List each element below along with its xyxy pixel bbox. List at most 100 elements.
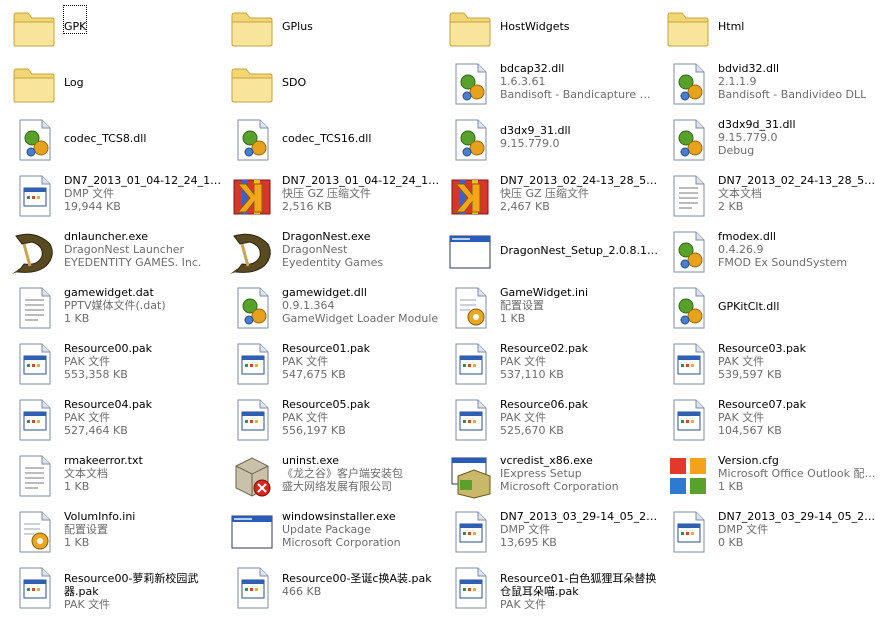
file-item-text: Resource02.pak PAK 文件 537,110 KB bbox=[500, 340, 588, 381]
file-item[interactable]: Resource06.pak PAK 文件 525,670 KB bbox=[446, 396, 658, 448]
file-name[interactable]: GPlus bbox=[282, 6, 313, 33]
file-name[interactable]: SDO bbox=[282, 62, 306, 89]
file-name[interactable]: Html bbox=[718, 6, 744, 33]
file-name[interactable]: Version.cfg bbox=[718, 454, 876, 467]
file-item[interactable]: Resource00-圣诞c换A装.pak 466 KB bbox=[228, 564, 440, 616]
file-item[interactable]: DN7_2013_01_04-12_24_18_... DMP 文件 19,944 … bbox=[10, 172, 222, 224]
file-name[interactable]: GPK bbox=[62, 5, 88, 34]
file-item[interactable]: Version.cfg Microsoft Office Outlook 配置..… bbox=[664, 452, 876, 504]
file-item-text: d3dx9_31.dll 9.15.779.0 bbox=[500, 116, 571, 150]
file-item[interactable]: gamewidget.dat PPTV媒体文件(.dat) 1 KB bbox=[10, 284, 222, 336]
file-item[interactable]: codec_TCS16.dll bbox=[228, 116, 440, 168]
file-item-text: Resource03.pak PAK 文件 539,597 KB bbox=[718, 340, 806, 381]
generic-file-icon bbox=[446, 340, 494, 388]
file-detail: 1 KB bbox=[64, 536, 90, 549]
file-item-text: Log bbox=[64, 60, 84, 89]
file-item[interactable]: uninst.exe 《龙之谷》客户端安装包 盛大网络发展有限公司 bbox=[228, 452, 440, 504]
file-item[interactable]: bdvid32.dll 2.1.1.9 Bandisoft - Bandivideo… bbox=[664, 60, 876, 112]
file-name[interactable]: GameWidget.ini bbox=[500, 286, 588, 299]
file-item[interactable]: Resource02.pak PAK 文件 537,110 KB bbox=[446, 340, 658, 392]
file-item[interactable]: Resource07.pak PAK 文件 104,567 KB bbox=[664, 396, 876, 448]
file-item[interactable]: DragonNest.exe DragonNest Eyedentity Games bbox=[228, 228, 440, 280]
file-item[interactable]: SDO bbox=[228, 60, 440, 112]
file-item[interactable]: GPlus bbox=[228, 4, 440, 56]
file-detail: 盛大网络发展有限公司 bbox=[282, 480, 392, 493]
file-name[interactable]: fmodex.dll bbox=[718, 230, 847, 243]
file-detail: Update Package bbox=[282, 523, 371, 536]
file-item[interactable]: DragonNest_Setup_2.0.8.133... bbox=[446, 228, 658, 280]
file-name[interactable]: gamewidget.dat bbox=[64, 286, 166, 299]
file-name[interactable]: Resource02.pak bbox=[500, 342, 588, 355]
file-item[interactable]: Resource00-萝莉新校园武器.pak PAK 文件 bbox=[10, 564, 222, 616]
file-name[interactable]: gamewidget.dll bbox=[282, 286, 438, 299]
file-item[interactable]: fmodex.dll 0.4.26.9 FMOD Ex SoundSystem bbox=[664, 228, 876, 280]
file-item[interactable]: vcredist_x86.exe IExpress Setup Microsoft … bbox=[446, 452, 658, 504]
file-item-text: HostWidgets bbox=[500, 4, 570, 33]
file-name[interactable]: HostWidgets bbox=[500, 6, 570, 33]
file-name[interactable]: d3dx9d_31.dll bbox=[718, 118, 796, 131]
file-name[interactable]: DN7_2013_01_04-12_24_18_... bbox=[282, 174, 440, 187]
file-name[interactable]: Log bbox=[64, 62, 84, 89]
file-item[interactable]: Resource05.pak PAK 文件 556,197 KB bbox=[228, 396, 440, 448]
file-name[interactable]: dnlauncher.exe bbox=[64, 230, 201, 243]
file-name[interactable]: bdvid32.dll bbox=[718, 62, 866, 75]
file-item[interactable]: VolumInfo.ini 配置设置 1 KB bbox=[10, 508, 222, 560]
file-item[interactable]: DN7_2013_02_24-13_28_55_... 快压 GZ 压缩文件 2,4… bbox=[446, 172, 658, 224]
file-name[interactable]: Resource03.pak bbox=[718, 342, 806, 355]
file-item[interactable]: Resource01-白色狐狸耳朵替换仓鼠耳朵喵.pak PAK 文件 bbox=[446, 564, 658, 616]
file-name[interactable]: Resource04.pak bbox=[64, 398, 152, 411]
file-name[interactable]: Resource00-萝莉新校园武器.pak bbox=[64, 566, 222, 598]
file-name[interactable]: DN7_2013_01_04-12_24_18_... bbox=[64, 174, 222, 187]
file-name[interactable]: Resource05.pak bbox=[282, 398, 370, 411]
file-name[interactable]: DragonNest.exe bbox=[282, 230, 383, 243]
file-item[interactable]: Html bbox=[664, 4, 876, 56]
file-name[interactable]: Resource06.pak bbox=[500, 398, 588, 411]
file-name[interactable]: codec_TCS8.dll bbox=[64, 118, 146, 145]
file-name[interactable]: DragonNest_Setup_2.0.8.133... bbox=[500, 230, 658, 257]
file-name[interactable]: Resource00-圣诞c换A装.pak bbox=[282, 566, 432, 585]
file-item[interactable]: gamewidget.dll 0.9.1.364 GameWidget Loader… bbox=[228, 284, 440, 336]
file-name[interactable]: Resource01.pak bbox=[282, 342, 370, 355]
file-item[interactable]: DN7_2013_01_04-12_24_18_... 快压 GZ 压缩文件 2,5… bbox=[228, 172, 440, 224]
file-item-text: VolumInfo.ini 配置设置 1 KB bbox=[64, 508, 135, 549]
file-item[interactable]: Resource04.pak PAK 文件 527,464 KB bbox=[10, 396, 222, 448]
file-item[interactable]: windowsinstaller.exe Update Package Micros… bbox=[228, 508, 440, 560]
file-name[interactable]: DN7_2013_03_29-14_05_25_... bbox=[718, 510, 876, 523]
file-item[interactable]: rmakeerror.txt 文本文档 1 KB bbox=[10, 452, 222, 504]
file-item[interactable]: HostWidgets bbox=[446, 4, 658, 56]
file-item[interactable]: Log bbox=[10, 60, 222, 112]
file-item[interactable]: bdcap32.dll 1.6.3.61 Bandisoft - Bandicapt… bbox=[446, 60, 658, 112]
file-item[interactable]: codec_TCS8.dll bbox=[10, 116, 222, 168]
file-item[interactable]: DN7_2013_03_29-14_05_25_... DMP 文件 0 KB bbox=[664, 508, 876, 560]
file-name[interactable]: GPKitClt.dll bbox=[718, 286, 779, 313]
file-name[interactable]: DN7_2013_03_29-14_05_25_... bbox=[500, 510, 658, 523]
file-item-text: Version.cfg Microsoft Office Outlook 配置..… bbox=[718, 452, 876, 493]
file-item[interactable]: Resource01.pak PAK 文件 547,675 KB bbox=[228, 340, 440, 392]
file-name[interactable]: uninst.exe bbox=[282, 454, 403, 467]
file-item[interactable]: DN7_2013_03_29-14_05_25_... DMP 文件 13,695 … bbox=[446, 508, 658, 560]
file-name[interactable]: windowsinstaller.exe bbox=[282, 510, 401, 523]
file-name[interactable]: VolumInfo.ini bbox=[64, 510, 135, 523]
file-name[interactable]: bdcap32.dll bbox=[500, 62, 658, 75]
file-name[interactable]: rmakeerror.txt bbox=[64, 454, 143, 467]
file-name[interactable]: codec_TCS16.dll bbox=[282, 118, 371, 145]
file-item[interactable]: dnlauncher.exe DragonNest Launcher EYEDENT… bbox=[10, 228, 222, 280]
file-name[interactable]: DN7_2013_02_24-13_28_55_... bbox=[500, 174, 658, 187]
file-name[interactable]: Resource00.pak bbox=[64, 342, 152, 355]
file-item[interactable]: Resource03.pak PAK 文件 539,597 KB bbox=[664, 340, 876, 392]
file-item[interactable]: d3dx9d_31.dll 9.15.779.0 Debug bbox=[664, 116, 876, 168]
file-item[interactable]: GPKitClt.dll bbox=[664, 284, 876, 336]
dll-icon bbox=[10, 116, 58, 164]
file-name[interactable]: Resource07.pak bbox=[718, 398, 806, 411]
file-item-text: DN7_2013_03_29-14_05_25_... DMP 文件 0 KB bbox=[718, 508, 876, 549]
file-name[interactable]: DN7_2013_02_24-13_28_55_... bbox=[718, 174, 876, 187]
file-item[interactable]: Resource00.pak PAK 文件 553,358 KB bbox=[10, 340, 222, 392]
file-name[interactable]: Resource01-白色狐狸耳朵替换仓鼠耳朵喵.pak bbox=[500, 566, 658, 598]
file-item[interactable]: GPK bbox=[10, 4, 222, 56]
file-detail: DMP 文件 bbox=[500, 523, 551, 536]
file-name[interactable]: d3dx9_31.dll bbox=[500, 118, 571, 137]
file-item[interactable]: d3dx9_31.dll 9.15.779.0 bbox=[446, 116, 658, 168]
file-name[interactable]: vcredist_x86.exe bbox=[500, 454, 619, 467]
file-item[interactable]: GameWidget.ini 配置设置 1 KB bbox=[446, 284, 658, 336]
file-item[interactable]: DN7_2013_02_24-13_28_55_... 文本文档 2 KB bbox=[664, 172, 876, 224]
